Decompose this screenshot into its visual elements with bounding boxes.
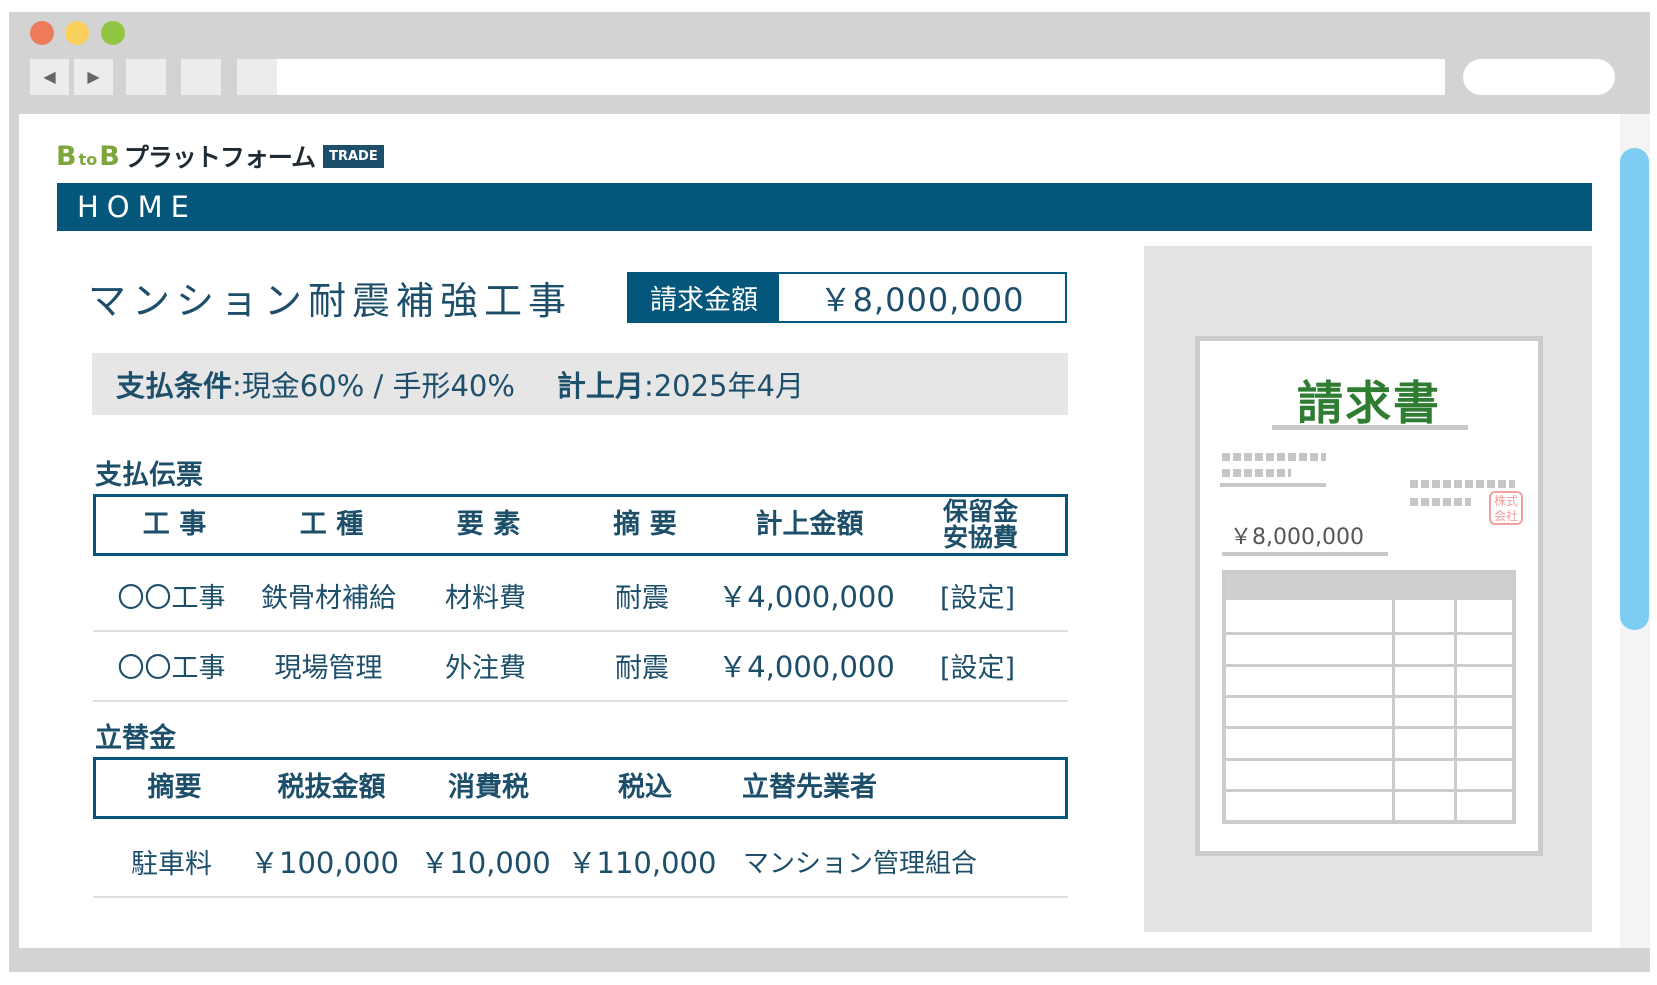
doc-table-rule (1226, 664, 1512, 667)
doc-table-rule (1226, 789, 1512, 792)
col-header-element: 要 素 (456, 508, 521, 540)
toolbar-button-3[interactable] (237, 59, 277, 95)
toolbar-button-2[interactable] (181, 59, 221, 95)
forward-arrow-icon: ▶ (87, 67, 100, 86)
payment-slip-header: 工 事 工 種 要 素 摘 要 計上金額 保留金 安協費 (93, 494, 1068, 556)
invoice-amount-value: ￥8,000,000 (819, 280, 1025, 319)
address-bar[interactable] (277, 59, 1445, 95)
col-header-retention-safety: 保留金 安協費 (896, 497, 1065, 553)
doc-table-column-rule (1454, 600, 1457, 820)
doc-placeholder-text (1410, 480, 1515, 488)
browser-bottom-edge (9, 948, 1650, 972)
logo-letter-b1: B (56, 140, 77, 172)
table-row: 駐車料 ￥100,000 ￥10,000 ￥110,000 マンション管理組合 (93, 826, 1068, 898)
col-header-vendor: 立替先業者 (742, 771, 877, 803)
payment-terms-bar: 支払条件:現金60% / 手形40% 計上月:2025年4月 (92, 353, 1068, 415)
cell-booked-amount: ￥4,000,000 (718, 580, 895, 614)
col-header-booked-amount: 計上金額 (755, 508, 864, 540)
advance-payment-header: 摘要 税抜金額 消費税 税込 立替先業者 (93, 757, 1068, 819)
payment-terms-value: :現金60% / 手形40% (232, 369, 515, 403)
cell-pre-tax: ￥100,000 (250, 846, 399, 880)
booking-month-value: :2025年4月 (643, 369, 804, 403)
logo-letter-b2: B (99, 140, 120, 172)
close-window-button[interactable] (30, 21, 54, 45)
cell-tax-included: ￥110,000 (567, 846, 717, 880)
invoice-doc-table (1222, 570, 1516, 824)
cell-element: 外注費 (445, 652, 526, 684)
invoice-amount-label: 請求金額 (629, 274, 779, 321)
table-row: 〇〇工事 鉄骨材補給 材料費 耐震 ￥4,000,000 [設定] (93, 560, 1068, 632)
doc-table-rule (1226, 758, 1512, 761)
logo-to: to (78, 149, 98, 169)
retention-settings-link[interactable]: [設定] (893, 630, 1062, 700)
doc-amount-rule (1222, 552, 1388, 556)
doc-table-rule (1226, 726, 1512, 729)
home-link[interactable]: HOME (77, 183, 197, 231)
cell-summary: 耐震 (615, 652, 669, 684)
cell-construction: 〇〇工事 (117, 582, 226, 614)
home-nav-bar: HOME (57, 183, 1592, 231)
doc-table-header (1226, 574, 1512, 600)
doc-placeholder-text (1222, 453, 1326, 461)
col-header-retention: 保留金 (942, 496, 1018, 526)
col-header-construction: 工 事 (142, 508, 207, 540)
toolbar-button-1[interactable] (126, 59, 166, 95)
advance-payment-title: 立替金 (95, 723, 176, 754)
maximize-window-button[interactable] (101, 21, 125, 45)
payment-terms-label: 支払条件 (116, 369, 233, 403)
invoice-doc-amount: ￥8,000,000 (1230, 525, 1364, 550)
doc-title-underline (1272, 425, 1468, 430)
col-header-consumption-tax: 消費税 (448, 771, 529, 803)
doc-address-rule (1220, 483, 1326, 487)
company-seal-stamp: 株式会社 (1489, 491, 1523, 525)
cell-booked-amount: ￥4,000,000 (718, 650, 895, 684)
back-arrow-icon: ◀ (43, 67, 56, 86)
col-header-description: 摘要 (147, 771, 202, 803)
cell-consumption-tax: ￥10,000 (420, 846, 551, 880)
back-button[interactable]: ◀ (30, 59, 69, 95)
project-title: マンション耐震補強工事 (88, 279, 573, 323)
doc-placeholder-text (1222, 469, 1291, 477)
table-row: 〇〇工事 現場管理 外注費 耐震 ￥4,000,000 [設定] (93, 630, 1068, 702)
logo-name: プラットフォーム (123, 143, 316, 172)
retention-settings-link[interactable]: [設定] (893, 560, 1062, 630)
doc-table-rule (1226, 695, 1512, 698)
cell-description: 駐車料 (131, 848, 212, 880)
col-header-pre-tax: 税抜金額 (277, 771, 386, 803)
forward-button[interactable]: ▶ (74, 59, 113, 95)
btob-platform-logo[interactable]: B to B プラットフォーム TRADE (56, 138, 384, 174)
col-header-summary: 摘 要 (613, 508, 677, 540)
cell-work-type: 鉄骨材補給 (261, 582, 396, 614)
browser-search-field[interactable] (1463, 59, 1615, 95)
scrollbar-thumb[interactable] (1620, 148, 1649, 630)
invoice-doc-title: 請求書 (1297, 376, 1441, 430)
cell-element: 材料費 (445, 582, 526, 614)
invoice-document-illustration[interactable]: 請求書 株式会社 ￥8,000,000 (1195, 336, 1543, 856)
col-header-tax-included: 税込 (618, 771, 672, 803)
doc-placeholder-text (1410, 498, 1471, 506)
invoice-amount-box: 請求金額 ￥8,000,000 (627, 272, 1067, 323)
cell-construction: 〇〇工事 (117, 652, 226, 684)
payment-slip-title: 支払伝票 (95, 460, 203, 491)
trade-badge: TRADE (323, 144, 384, 168)
minimize-window-button[interactable] (65, 21, 89, 45)
cell-summary: 耐震 (615, 582, 669, 614)
doc-table-column-rule (1392, 600, 1395, 820)
col-header-safety-fee: 安協費 (942, 523, 1018, 552)
doc-table-rule (1226, 632, 1512, 635)
booking-month-label: 計上月 (556, 369, 644, 403)
cell-work-type: 現場管理 (274, 652, 383, 684)
cell-vendor: マンション管理組合 (743, 848, 978, 879)
col-header-work-type: 工 種 (299, 508, 364, 540)
